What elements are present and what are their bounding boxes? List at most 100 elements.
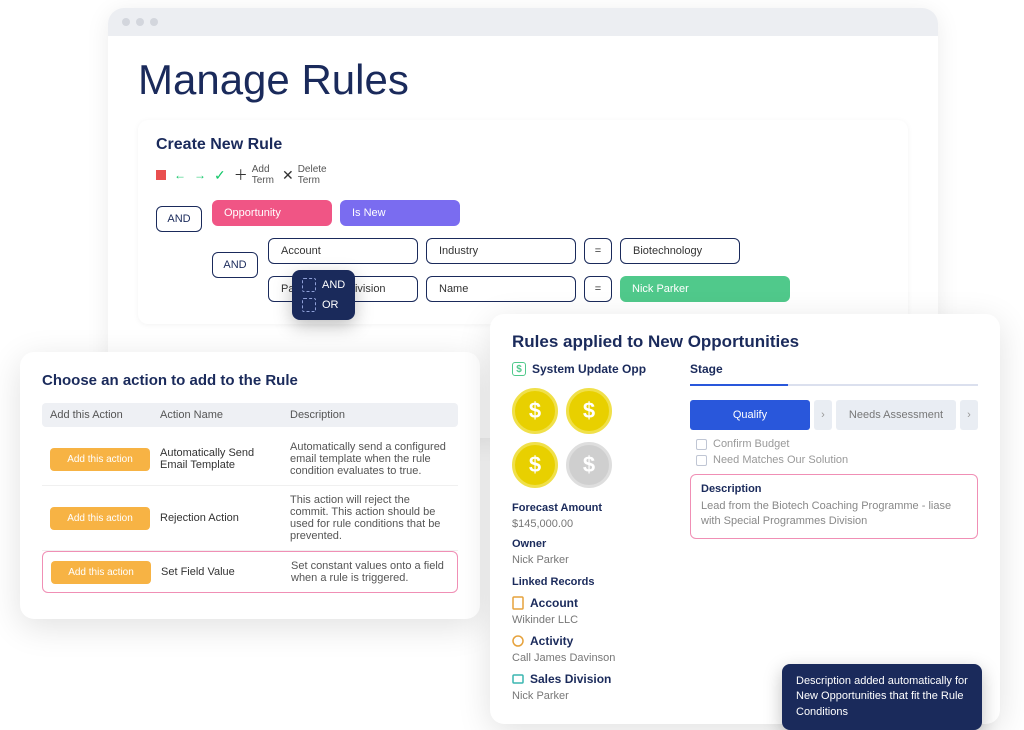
linked-title: Sales Division — [530, 672, 611, 686]
popover-and-option[interactable]: AND — [302, 278, 345, 292]
coin-grid: $ $ $ $ — [512, 388, 672, 488]
col-name: Action Name — [160, 409, 280, 421]
group-icon — [302, 298, 316, 312]
rule-tree: AND Opportunity Is New AND Account Indus — [156, 200, 890, 308]
owner-value: Nick Parker — [512, 554, 672, 566]
activity-icon — [512, 634, 524, 648]
value-chip[interactable]: Nick Parker — [620, 276, 790, 302]
page-title: Manage Rules — [138, 56, 908, 104]
plus-icon: ＋ — [234, 165, 248, 185]
field-chip[interactable]: Account — [268, 238, 418, 264]
add-action-button[interactable]: Add this action — [50, 448, 150, 471]
checklist-item[interactable]: Need Matches Our Solution — [696, 454, 978, 466]
linked-record[interactable]: Activity — [512, 634, 672, 648]
action-name: Automatically Send Email Template — [160, 447, 280, 471]
col-desc: Description — [290, 409, 450, 421]
linked-record[interactable]: Sales Division — [512, 672, 672, 686]
description-tooltip: Description added automatically for New … — [782, 664, 982, 730]
add-action-button[interactable]: Add this action — [50, 507, 150, 530]
equals-chip[interactable]: = — [584, 276, 612, 302]
add-action-button[interactable]: Add this action — [51, 561, 151, 584]
checkbox-icon — [696, 439, 707, 450]
sales-division-icon — [512, 672, 524, 686]
group-icon — [302, 278, 316, 292]
window-dot — [150, 18, 158, 26]
stage-step-qualify[interactable]: Qualify — [690, 400, 810, 430]
confirm-icon[interactable]: ✓ — [214, 167, 226, 184]
action-desc: Set constant values onto a field when a … — [291, 560, 449, 584]
linked-title: Activity — [530, 634, 573, 648]
predicate-chip[interactable]: Is New — [340, 200, 460, 226]
entity-chip[interactable]: Opportunity — [212, 200, 332, 226]
stage-label: Stage — [690, 362, 978, 376]
rule-toolbar: ← → ✓ ＋Add Term ✕Delete Term — [156, 164, 890, 186]
table-row: Add this action Rejection Action This ac… — [42, 486, 458, 551]
window-dot — [136, 18, 144, 26]
linked-title: Account — [530, 596, 578, 610]
system-update-badge: $ System Update Opp — [512, 362, 672, 376]
forecast-label: Forecast Amount — [512, 502, 672, 514]
actions-card: Choose an action to add to the Rule Add … — [20, 352, 480, 619]
table-row: Add this action Set Field Value Set cons… — [42, 551, 458, 593]
opportunity-summary: $ System Update Opp $ $ $ $ Forecast Amo… — [512, 362, 672, 702]
linked-value: Nick Parker — [512, 690, 672, 702]
stage-progress — [690, 384, 978, 386]
close-icon: ✕ — [282, 167, 294, 184]
popover-or-option[interactable]: OR — [302, 298, 345, 312]
linked-records-label: Linked Records — [512, 576, 672, 588]
description-value: Lead from the Biotech Coaching Programme… — [701, 499, 967, 530]
stop-icon[interactable] — [156, 170, 166, 180]
action-name: Set Field Value — [161, 566, 281, 578]
actions-table-header: Add this Action Action Name Description — [42, 403, 458, 427]
equals-chip[interactable]: = — [584, 238, 612, 264]
redo-icon[interactable]: → — [194, 168, 206, 182]
create-rule-title: Create New Rule — [156, 136, 890, 154]
system-update-label: System Update Opp — [532, 362, 646, 376]
linked-value: Wikinder LLC — [512, 614, 672, 626]
field-chip[interactable]: Industry — [426, 238, 576, 264]
stage-checklist: Confirm Budget Need Matches Our Solution — [690, 438, 978, 466]
window-titlebar — [108, 8, 938, 36]
forecast-value: $145,000.00 — [512, 518, 672, 530]
linked-value: Call James Davinson — [512, 652, 672, 664]
linked-record[interactable]: Account — [512, 596, 672, 610]
delete-term-button[interactable]: ✕Delete Term — [282, 164, 327, 186]
popover-or-label: OR — [322, 299, 339, 311]
window-dot — [122, 18, 130, 26]
add-term-label: Add Term — [252, 164, 274, 186]
rules-applied-title: Rules applied to New Opportunities — [512, 332, 978, 352]
coin-icon: $ — [566, 388, 612, 434]
check-label: Need Matches Our Solution — [713, 454, 848, 466]
chevron-right-icon: › — [814, 400, 832, 430]
rules-applied-card: Rules applied to New Opportunities $ Sys… — [490, 314, 1000, 724]
value-chip[interactable]: Biotechnology — [620, 238, 740, 264]
action-desc: Automatically send a configured email te… — [290, 441, 450, 477]
checkbox-icon — [696, 455, 707, 466]
stage-steps: Qualify › Needs Assessment › — [690, 400, 978, 430]
actions-title: Choose an action to add to the Rule — [42, 372, 458, 389]
and-operator[interactable]: AND — [156, 206, 202, 232]
delete-term-label: Delete Term — [298, 164, 327, 186]
coin-icon: $ — [566, 442, 612, 488]
create-rule-card: Create New Rule ← → ✓ ＋Add Term ✕Delete … — [138, 120, 908, 324]
owner-label: Owner — [512, 538, 672, 550]
coin-icon: $ — [512, 388, 558, 434]
check-label: Confirm Budget — [713, 438, 789, 450]
checklist-item[interactable]: Confirm Budget — [696, 438, 978, 450]
stage-step-needs-assessment[interactable]: Needs Assessment — [836, 400, 956, 430]
and-operator[interactable]: AND — [212, 252, 258, 278]
field-chip[interactable]: Name — [426, 276, 576, 302]
chevron-right-icon: › — [960, 400, 978, 430]
table-row: Add this action Automatically Send Email… — [42, 433, 458, 486]
account-icon — [512, 596, 524, 610]
action-name: Rejection Action — [160, 512, 280, 524]
coin-icon: $ — [512, 442, 558, 488]
logic-popover: AND OR — [292, 270, 355, 320]
undo-icon[interactable]: ← — [174, 168, 186, 182]
description-label: Description — [701, 483, 967, 495]
stage-panel: Stage Qualify › Needs Assessment › Confi… — [690, 362, 978, 702]
dollar-icon: $ — [512, 362, 526, 376]
add-term-button[interactable]: ＋Add Term — [234, 164, 274, 186]
col-add: Add this Action — [50, 409, 150, 421]
description-box: Description Lead from the Biotech Coachi… — [690, 474, 978, 539]
